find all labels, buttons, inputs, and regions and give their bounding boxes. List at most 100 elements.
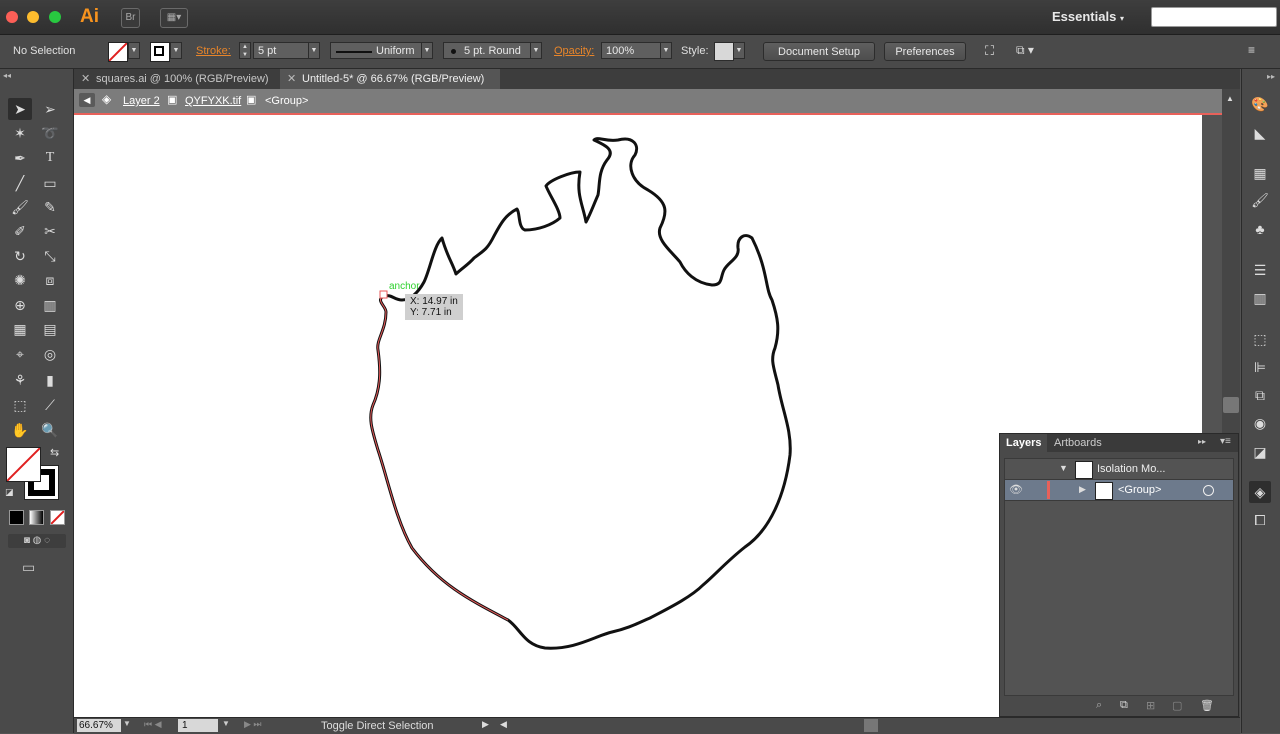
column-graph-tool-icon[interactable]: ▮ bbox=[38, 369, 62, 391]
stroke-label[interactable]: Stroke: bbox=[196, 45, 231, 57]
document-setup-button[interactable]: Document Setup bbox=[763, 42, 875, 61]
panel-menu-icon[interactable]: ▾≡ bbox=[1220, 436, 1231, 447]
warp-tool-icon[interactable]: ✺ bbox=[8, 269, 32, 291]
free-transform-tool-icon[interactable]: ⧈ bbox=[38, 269, 62, 291]
stroke-swatch[interactable] bbox=[150, 42, 170, 62]
minimize-window-button[interactable] bbox=[27, 11, 39, 23]
rotate-tool-icon[interactable]: ↻ bbox=[8, 245, 32, 267]
graphic-styles-icon[interactable]: ◪ bbox=[1249, 441, 1271, 463]
shape-builder-tool-icon[interactable]: ⊕ bbox=[8, 294, 32, 316]
locate-object-icon[interactable]: ⌕ bbox=[1096, 699, 1102, 712]
artboard-dropdown[interactable]: ▼ bbox=[222, 719, 230, 728]
pencil-tool-icon[interactable]: ✎ bbox=[38, 196, 62, 218]
default-colors-icon[interactable]: ◪ bbox=[5, 487, 14, 498]
magic-wand-tool-icon[interactable]: ✶ bbox=[8, 122, 32, 144]
opacity-label[interactable]: Opacity: bbox=[554, 45, 594, 57]
stroke-stepper[interactable]: ▲ ▼ bbox=[239, 42, 251, 59]
panel-menu-icon[interactable]: ≡ bbox=[1248, 43, 1264, 59]
preferences-button[interactable]: Preferences bbox=[884, 42, 966, 61]
brush-dropdown[interactable]: ▼ bbox=[530, 42, 542, 59]
swap-fill-stroke-icon[interactable]: ⇆ bbox=[50, 446, 59, 459]
rectangle-tool-icon[interactable]: ▭ bbox=[38, 172, 62, 194]
blend-tool-icon[interactable]: ◎ bbox=[38, 343, 62, 365]
fill-color-box[interactable] bbox=[6, 447, 41, 482]
arrange-documents-button[interactable]: ▦▾ bbox=[160, 8, 188, 28]
stroke-weight-field[interactable]: 5 pt bbox=[253, 42, 309, 59]
artboard-number-field[interactable]: 1 bbox=[178, 719, 218, 732]
workspace-switcher[interactable]: Essentials ▾ bbox=[1052, 9, 1124, 24]
paintbrush-tool-icon[interactable]: 🖌 bbox=[8, 196, 32, 218]
scale-tool-icon[interactable]: ⤡ bbox=[38, 245, 62, 267]
swatches-icon[interactable]: ▦ bbox=[1249, 162, 1271, 184]
zoom-field[interactable]: 66.67% bbox=[77, 719, 121, 732]
brushes-icon[interactable]: 🖌 bbox=[1249, 189, 1271, 211]
gradient-panel-icon[interactable]: ▥ bbox=[1249, 287, 1271, 309]
brush-definition[interactable]: 5 pt. Round bbox=[443, 42, 531, 59]
scrollbar-thumb[interactable] bbox=[1223, 397, 1239, 413]
opacity-field[interactable]: 100% bbox=[601, 42, 661, 59]
blob-brush-tool-icon[interactable]: ✐ bbox=[8, 220, 32, 242]
variable-width-profile[interactable]: Uniform bbox=[330, 42, 422, 59]
arrange-icon[interactable]: ⧉ ▾ bbox=[1016, 43, 1046, 59]
horizontal-scrollbar-thumb[interactable] bbox=[864, 719, 878, 732]
symbol-sprayer-tool-icon[interactable]: ⚘ bbox=[8, 369, 32, 391]
stroke-panel-icon[interactable]: ☰ bbox=[1249, 259, 1271, 281]
type-tool-icon[interactable]: T bbox=[38, 147, 62, 169]
eyedropper-tool-icon[interactable]: ⌖ bbox=[8, 343, 32, 365]
collapse-panel-icon[interactable]: ▸▸ bbox=[1198, 437, 1206, 446]
gradient-tool-icon[interactable]: ▤ bbox=[38, 318, 62, 340]
zoom-dropdown[interactable]: ▼ bbox=[123, 719, 131, 728]
mesh-tool-icon[interactable]: ▦ bbox=[8, 318, 32, 340]
next-artboard-icon[interactable]: ▶ ⏭ bbox=[244, 719, 262, 730]
tab-artboards[interactable]: Artboards bbox=[1048, 434, 1108, 452]
align-panel-icon[interactable]: ⊫ bbox=[1249, 356, 1271, 378]
hand-tool-icon[interactable]: ✋ bbox=[8, 419, 32, 441]
first-artboard-icon[interactable]: ⏮ ◀ bbox=[144, 719, 162, 730]
scissors-tool-icon[interactable]: ✂ bbox=[38, 220, 62, 242]
anchor-point[interactable] bbox=[379, 290, 388, 299]
layer-row-group[interactable]: 👁 ▶ <Group> bbox=[1005, 480, 1233, 501]
new-sublayer-icon[interactable]: ⊞ bbox=[1146, 699, 1155, 712]
artboards-panel-icon[interactable]: ⧠ bbox=[1249, 509, 1271, 531]
drawing-modes-icon[interactable]: ◙ ◍ ◌ bbox=[8, 534, 66, 548]
breadcrumb-image[interactable]: QYFYXK.tif bbox=[185, 95, 241, 107]
profile-dropdown[interactable]: ▼ bbox=[421, 42, 433, 59]
selection-tool-icon[interactable]: ➤ bbox=[8, 98, 32, 120]
symbols-icon[interactable]: ♣ bbox=[1249, 218, 1271, 240]
perspective-grid-tool-icon[interactable]: ▥ bbox=[38, 294, 62, 316]
expand-triangle-icon[interactable]: ▶ bbox=[1079, 484, 1086, 495]
graphic-style-swatch[interactable] bbox=[714, 42, 734, 61]
artboard-tool-icon[interactable]: ⬚ bbox=[8, 394, 32, 416]
direct-selection-tool-icon[interactable]: ➢ bbox=[38, 98, 62, 120]
isolate-object-icon[interactable]: ⛶ bbox=[985, 43, 1003, 59]
new-layer-icon[interactable]: ▢ bbox=[1172, 699, 1182, 712]
gradient-mode-icon[interactable] bbox=[29, 510, 44, 525]
collapse-triangle-icon[interactable]: ▼ bbox=[1059, 463, 1068, 473]
close-window-button[interactable] bbox=[6, 11, 18, 23]
scroll-up-arrow-icon[interactable]: ▲ bbox=[1226, 94, 1234, 103]
appearance-icon[interactable]: ◉ bbox=[1249, 412, 1271, 434]
tab-untitled-5[interactable]: ✕ Untitled-5* @ 66.67% (RGB/Preview) bbox=[280, 69, 500, 89]
expand-dock-icon[interactable]: ▸▸ bbox=[1267, 72, 1275, 81]
fill-dropdown[interactable]: ▼ bbox=[128, 42, 140, 59]
opacity-dropdown[interactable]: ▼ bbox=[660, 42, 672, 59]
target-circle-icon[interactable] bbox=[1203, 485, 1214, 496]
slice-tool-icon[interactable]: ⟋ bbox=[38, 394, 62, 416]
stroke-dropdown[interactable]: ▼ bbox=[170, 42, 182, 59]
color-mode-icon[interactable] bbox=[9, 510, 24, 525]
layers-panel-icon[interactable]: ◈ bbox=[1249, 481, 1271, 503]
bridge-button[interactable]: Br bbox=[121, 8, 140, 28]
exit-isolation-back-icon[interactable]: ◀ bbox=[79, 93, 95, 107]
close-tab-icon[interactable]: ✕ bbox=[81, 69, 90, 89]
stroke-weight-dropdown[interactable]: ▼ bbox=[308, 42, 320, 59]
none-mode-icon[interactable] bbox=[50, 510, 65, 525]
lasso-tool-icon[interactable]: ➰ bbox=[38, 122, 62, 144]
collapse-panel-icon[interactable]: ◂◂ bbox=[3, 71, 11, 80]
color-panel-icon[interactable]: 🎨 bbox=[1249, 93, 1271, 115]
pathfinder-icon[interactable]: ⧉ bbox=[1249, 384, 1271, 406]
layer-name[interactable]: <Group> bbox=[1118, 484, 1161, 496]
search-input[interactable] bbox=[1151, 7, 1277, 27]
screen-mode-icon[interactable]: ▭ bbox=[22, 559, 35, 576]
delete-layer-icon[interactable]: 🗑 bbox=[1200, 699, 1214, 712]
style-dropdown[interactable]: ▼ bbox=[733, 42, 745, 59]
